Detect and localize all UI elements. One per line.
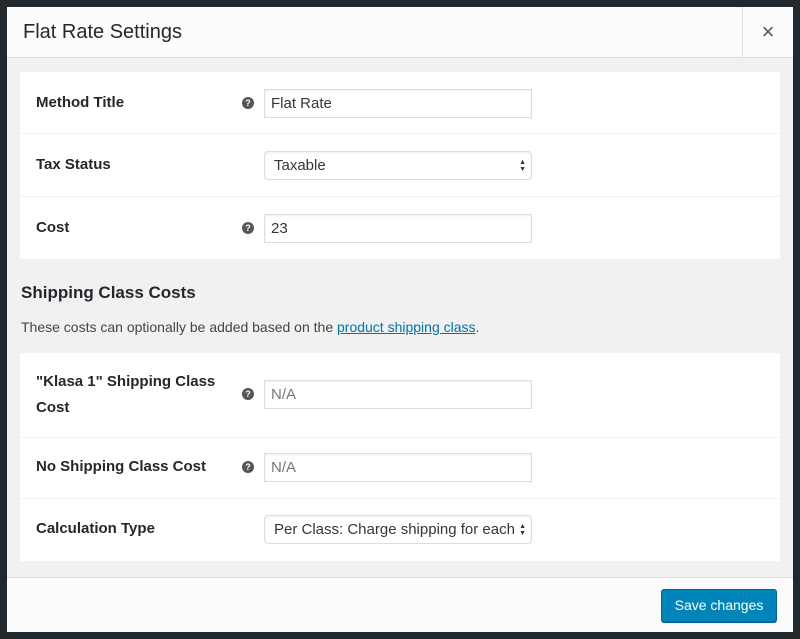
tax-status-label: Tax Status: [36, 156, 111, 173]
calculation-type-select[interactable]: Per Class: Charge shipping for each ▲ ▼: [264, 515, 532, 544]
klasa-1-cost-label: "Klasa 1" Shipping Class Cost: [36, 373, 216, 416]
help-icon[interactable]: ?: [242, 222, 254, 234]
cost-input[interactable]: 23: [264, 214, 532, 243]
cost-label: Cost: [36, 219, 70, 236]
tax-status-select[interactable]: Taxable ▲ ▼: [264, 151, 532, 180]
select-arrows-icon: ▲ ▼: [519, 523, 526, 537]
setting-row-klasa-1-cost: "Klasa 1" Shipping Class Cost ? N/A: [20, 353, 780, 438]
shipping-class-costs-heading: Shipping Class Costs: [21, 283, 196, 302]
no-class-cost-input[interactable]: N/A: [264, 453, 532, 482]
setting-row-tax-status: Tax Status Taxable ▲ ▼: [20, 134, 780, 197]
settings-table: Method Title ? Flat Rate Tax Status Taxa…: [20, 72, 780, 259]
modal-footer: Save changes: [7, 577, 793, 632]
help-icon[interactable]: ?: [242, 461, 254, 473]
tax-status-value: Taxable: [274, 157, 326, 174]
setting-row-method-title: Method Title ? Flat Rate: [20, 72, 780, 134]
setting-row-cost: Cost ? 23: [20, 197, 780, 259]
setting-row-calculation-type: Calculation Type Per Class: Charge shipp…: [20, 499, 780, 561]
method-title-input[interactable]: Flat Rate: [264, 89, 532, 118]
save-changes-button[interactable]: Save changes: [661, 589, 777, 622]
help-icon[interactable]: ?: [242, 388, 254, 400]
product-shipping-class-link[interactable]: product shipping class: [337, 319, 476, 335]
calculation-type-label: Calculation Type: [36, 520, 155, 537]
close-button[interactable]: ×: [742, 7, 793, 58]
flat-rate-settings-modal: Flat Rate Settings × Method Title ? Flat…: [7, 7, 793, 632]
modal-title: Flat Rate Settings: [23, 21, 182, 43]
help-icon[interactable]: ?: [242, 97, 254, 109]
shipping-class-table: "Klasa 1" Shipping Class Cost ? N/A No S…: [20, 353, 780, 561]
description-text: These costs can optionally be added base…: [21, 319, 337, 335]
method-title-label: Method Title: [36, 94, 125, 111]
modal-header: Flat Rate Settings ×: [7, 7, 793, 58]
calculation-type-value: Per Class: Charge shipping for each: [274, 521, 515, 538]
description-suffix: .: [475, 319, 480, 335]
setting-row-no-class-cost: No Shipping Class Cost ? N/A: [20, 438, 780, 499]
select-arrows-icon: ▲ ▼: [519, 159, 526, 173]
shipping-class-costs-description: These costs can optionally be added base…: [21, 319, 479, 335]
klasa-1-cost-input[interactable]: N/A: [264, 380, 532, 409]
no-class-cost-label: No Shipping Class Cost: [36, 458, 207, 475]
